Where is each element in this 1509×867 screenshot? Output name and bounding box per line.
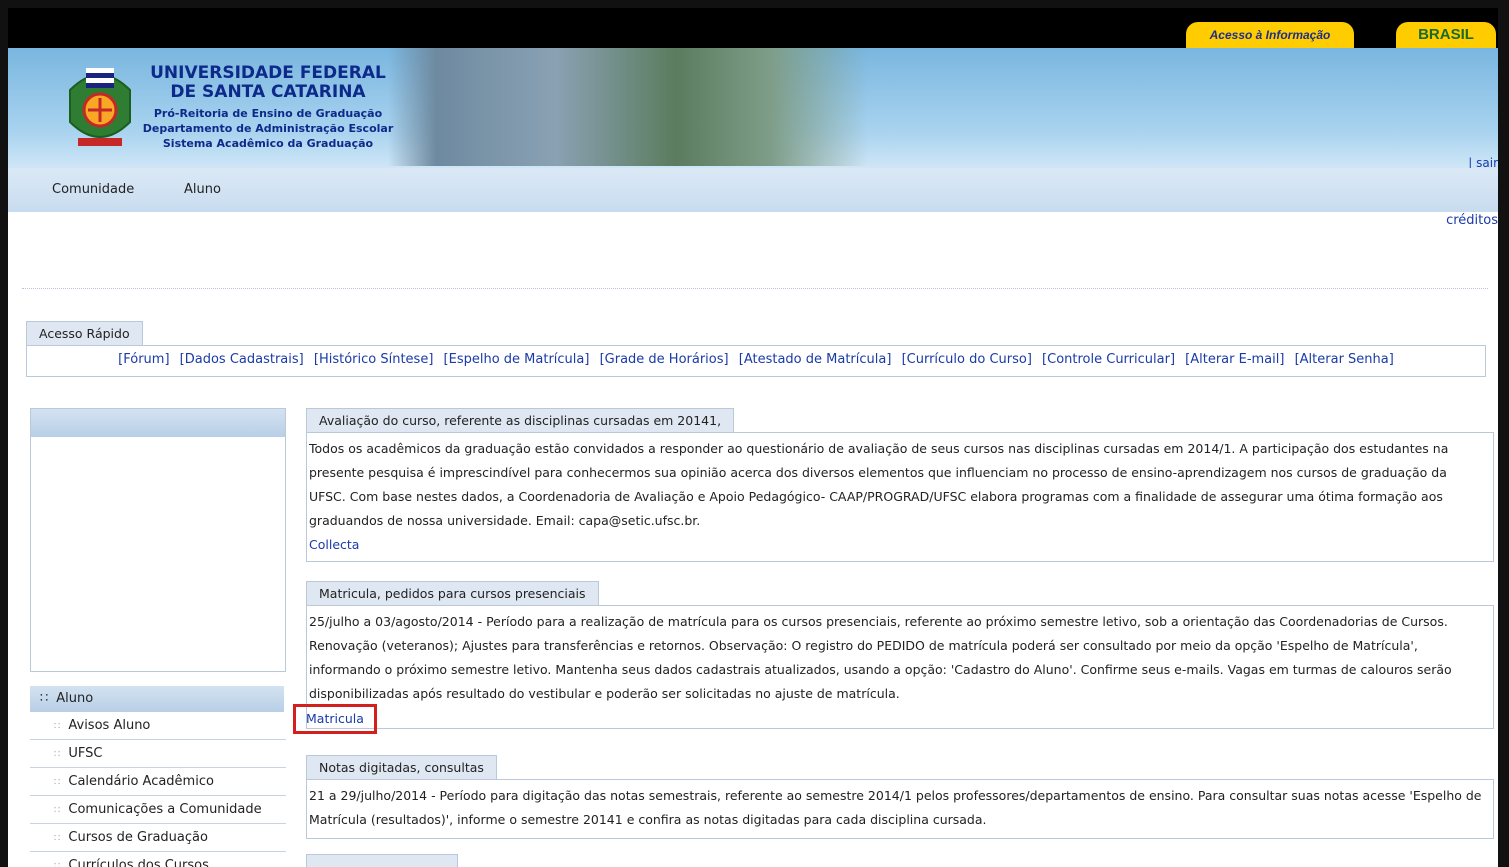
sidebar-item-label: Avisos Aluno [68,718,151,733]
news-title-partial [306,854,458,867]
bullet-icon: ∷ [54,861,61,867]
news-item: 25/julho a 03/agosto/2014 - Período para… [293,605,1494,734]
acesso-rapido-tab: Acesso Rápido [26,321,143,346]
departamento-label: Departamento de Administração Escolar [142,122,394,135]
sidebar-item-avisos-aluno[interactable]: ∷ Avisos Aluno [30,712,286,740]
link-alterar-senha[interactable]: [Alterar Senha] [1295,352,1394,367]
news-title: Matricula, pedidos para cursos presencia… [306,581,599,606]
acesso-informacao-link[interactable]: Acesso à Informação [1186,22,1354,48]
link-atestado-matricula[interactable]: [Atestado de Matrícula] [739,352,892,367]
bullet-icon: ∷ [54,805,61,816]
sidebar-item-calendario[interactable]: ∷ Calendário Acadêmico [30,768,286,796]
pro-reitoria-label: Pró-Reitoria de Ensino de Graduação [153,107,383,120]
sistema-label: Sistema Acadêmico da Graduação [162,137,374,150]
sidebar-item-label: Cursos de Graduação [68,830,208,845]
news-body: 25/julho a 03/agosto/2014 - Período para… [309,614,1452,701]
link-curriculo-curso[interactable]: [Currículo do Curso] [902,352,1032,367]
sidebar-panel-header [31,409,285,437]
bullet-icon: ∷ [40,691,49,706]
news-body: 21 a 29/julho/2014 - Período para digita… [309,788,1482,827]
news-item: 21 a 29/julho/2014 - Período para digita… [306,779,1494,839]
bullet-icon: ∷ [54,833,61,844]
sidebar-section-label: Aluno [56,691,94,706]
link-controle-curricular[interactable]: [Controle Curricular] [1042,352,1175,367]
link-grade-horarios[interactable]: [Grade de Horários] [600,352,729,367]
nav-bar: Comunidade Aluno [8,168,1498,212]
sidebar-item-label: UFSC [68,746,103,761]
news-item: Todos os acadêmicos da graduação estão c… [306,432,1494,562]
university-name-line1: UNIVERSIDADE FEDERAL [150,63,386,83]
link-forum[interactable]: [Fórum] [118,352,169,367]
sidebar-item-comunicacoes[interactable]: ∷ Comunicações a Comunidade [30,796,286,824]
divider [22,288,1488,289]
link-dados-cadastrais[interactable]: [Dados Cadastrais] [180,352,304,367]
sidebar-section-aluno[interactable]: ∷ Aluno [30,686,284,712]
news-body: Todos os acadêmicos da graduação estão c… [309,441,1449,528]
sidebar-item-curriculos[interactable]: ∷ Currículos dos Cursos [30,852,286,867]
banner-photo [388,48,868,166]
link-historico-sintese[interactable]: [Histórico Síntese] [314,352,434,367]
collecta-link[interactable]: Collecta [309,537,359,552]
university-subtitle: Pró-Reitoria de Ensino de Graduação Depa… [128,106,408,151]
sidebar-item-cursos[interactable]: ∷ Cursos de Graduação [30,824,286,852]
browser-page: Acesso à Informação BRASIL UNIVERSIDADE … [8,8,1498,867]
sidebar-item-label: Calendário Acadêmico [68,774,214,789]
news-title: Notas digitadas, consultas [306,755,497,780]
nav-aluno[interactable]: Aluno [184,182,221,197]
university-name: UNIVERSIDADE FEDERAL DE SANTA CATARINA [128,64,408,102]
sidebar-item-label: Currículos dos Cursos [68,858,209,867]
bullet-icon: ∷ [54,777,61,788]
link-espelho-matricula[interactable]: [Espelho de Matrícula] [444,352,590,367]
bullet-icon: ∷ [54,721,61,732]
news-title: Avaliação do curso, referente as discipl… [306,408,735,433]
sidebar-item-ufsc[interactable]: ∷ UFSC [30,740,286,768]
university-name-line2: DE SANTA CATARINA [170,82,366,102]
top-bar: Acesso à Informação BRASIL [8,8,1498,48]
sidebar-panel [30,408,286,672]
acesso-rapido-links: [Fórum] [Dados Cadastrais] [Histórico Sí… [26,345,1486,377]
creditos-link[interactable]: créditos [1446,213,1498,228]
sidebar-item-label: Comunicações a Comunidade [68,802,262,817]
header-banner: UNIVERSIDADE FEDERAL DE SANTA CATARINA P… [8,48,1498,168]
bullet-icon: ∷ [54,749,61,760]
matricula-link[interactable]: Matricula [293,704,377,734]
link-alterar-email[interactable]: [Alterar E-mail] [1185,352,1284,367]
nav-comunidade[interactable]: Comunidade [52,182,134,197]
brasil-link[interactable]: BRASIL [1396,22,1496,48]
